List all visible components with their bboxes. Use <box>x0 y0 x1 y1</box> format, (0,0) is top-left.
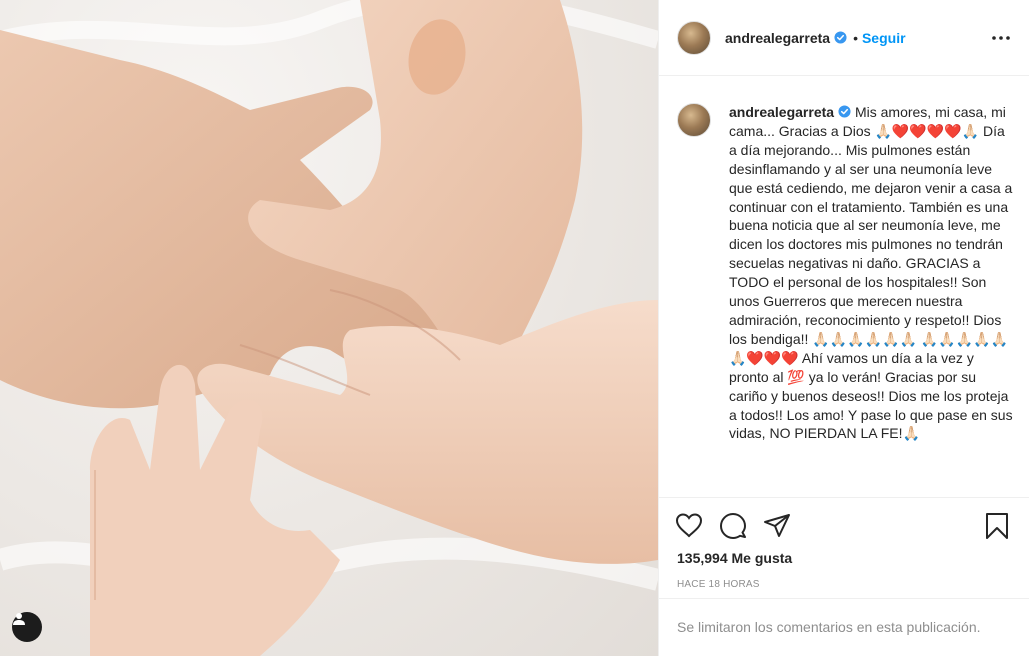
comments-bar: Se limitaron los comentarios en esta pub… <box>659 598 1029 654</box>
post-photo-art <box>0 0 658 656</box>
caption-section: andrealegarreta Mis amores, mi casa, mi … <box>659 77 1029 497</box>
caption-text-block: andrealegarreta Mis amores, mi casa, mi … <box>729 103 1013 497</box>
post-side-panel: andrealegarreta • Seguir andrealegarreta… <box>658 0 1030 656</box>
username-link[interactable]: andrealegarreta <box>725 30 830 46</box>
user-silhouette-icon <box>13 613 25 625</box>
caption-body: Mis amores, mi casa, mi cama... Gracias … <box>729 104 1013 442</box>
comments-disabled-notice: Se limitaron los comentarios en esta pub… <box>677 618 981 635</box>
post-timestamp[interactable]: Hace 18 horas <box>677 579 760 590</box>
caption-username-link[interactable]: andrealegarreta <box>729 104 834 120</box>
heart-icon[interactable] <box>675 512 705 542</box>
paper-plane-icon[interactable] <box>763 512 793 542</box>
verified-badge-icon <box>838 105 851 118</box>
action-icon-row <box>675 512 1015 542</box>
avatar[interactable] <box>677 20 711 55</box>
likes-count[interactable]: 135,994 Me gusta <box>677 550 792 566</box>
user-tag-icon[interactable] <box>12 612 42 642</box>
verified-badge-icon <box>834 31 847 44</box>
post-actions-section: 135,994 Me gusta Hace 18 horas Se limita… <box>659 497 1029 656</box>
caption-avatar[interactable] <box>677 103 711 137</box>
separator-dot: • <box>853 29 858 46</box>
follow-button[interactable]: Seguir <box>862 30 906 46</box>
comment-icon[interactable] <box>719 512 749 542</box>
bookmark-icon[interactable] <box>985 512 1015 542</box>
post-header: andrealegarreta • Seguir <box>659 0 1029 76</box>
more-options-icon[interactable] <box>989 26 1013 50</box>
post-photo[interactable] <box>0 0 658 656</box>
